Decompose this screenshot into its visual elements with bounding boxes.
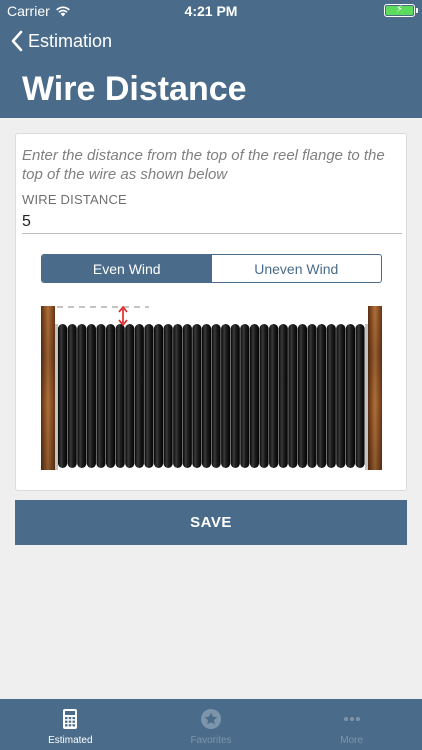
status-bar: Carrier 4:21 PM ⚡ — [0, 0, 422, 22]
wire-coils — [58, 324, 365, 468]
chevron-left-icon — [11, 30, 23, 52]
wire-coil — [240, 324, 250, 468]
more-icon — [343, 717, 360, 721]
tab-estimated[interactable]: Estimated — [0, 699, 141, 750]
wire-coil — [317, 324, 327, 468]
wire-coil — [182, 324, 192, 468]
wire-coil — [67, 324, 77, 468]
status-time: 4:21 PM — [184, 3, 238, 19]
back-button[interactable]: Estimation — [10, 30, 112, 52]
right-flange — [368, 306, 382, 470]
uneven-wind-segment[interactable]: Uneven Wind — [212, 255, 382, 282]
wire-coil — [345, 324, 355, 468]
wire-coil — [105, 324, 116, 468]
tab-more[interactable]: More — [281, 699, 422, 750]
instruction-text: Enter the distance from the top of the r… — [22, 147, 385, 183]
wire-coil — [211, 324, 221, 468]
wire-coil — [115, 324, 125, 468]
wire-distance-card: Enter the distance from the top of the r… — [15, 133, 407, 491]
wind-type-segmented-control: Even Wind Uneven Wind — [41, 254, 382, 283]
even-wind-segment[interactable]: Even Wind — [42, 255, 212, 282]
wire-coil — [249, 324, 260, 468]
wire-coil — [259, 324, 269, 468]
star-icon — [201, 709, 221, 729]
navigation-header: Carrier 4:21 PM ⚡ Estimation Wire Distan… — [0, 0, 422, 118]
left-flange — [41, 306, 55, 470]
wire-distance-label: WIRE DISTANCE — [22, 192, 127, 207]
wire-coil — [221, 324, 231, 468]
tab-favorites[interactable]: Favorites — [141, 699, 282, 750]
wire-coil — [134, 324, 144, 468]
wire-coil — [201, 324, 212, 468]
wire-coil — [96, 324, 106, 468]
wire-coil — [173, 324, 183, 468]
tab-bar: Estimated Favorites More — [0, 699, 422, 750]
back-label: Estimation — [28, 30, 113, 51]
distance-indicator — [118, 305, 128, 327]
wire-coil — [269, 324, 279, 468]
wire-coil — [297, 324, 308, 468]
tab-favorites-label: Favorites — [190, 735, 232, 746]
wire-coil — [307, 324, 317, 468]
wire-coil — [77, 324, 87, 468]
wire-coil — [86, 324, 96, 468]
wire-coil — [230, 324, 240, 468]
battery-icon: ⚡ — [384, 4, 418, 17]
tab-more-label: More — [340, 735, 364, 746]
save-button[interactable]: SAVE — [15, 500, 407, 545]
wire-coil — [288, 324, 298, 468]
wire-coil — [153, 324, 164, 468]
wire-distance-input[interactable] — [22, 210, 402, 234]
reel-diagram — [41, 305, 382, 470]
wire-coil — [278, 324, 288, 468]
wire-coil — [163, 324, 173, 468]
wire-coil — [58, 324, 68, 468]
wire-coil — [355, 324, 365, 468]
tab-estimated-label: Estimated — [48, 735, 93, 746]
wire-coil — [326, 324, 336, 468]
page-title: Wire Distance — [22, 70, 247, 108]
wire-coil — [192, 324, 202, 468]
wire-coil — [144, 324, 154, 468]
calculator-icon — [63, 709, 78, 729]
wire-coil — [336, 324, 346, 468]
wire-coil — [125, 324, 135, 468]
